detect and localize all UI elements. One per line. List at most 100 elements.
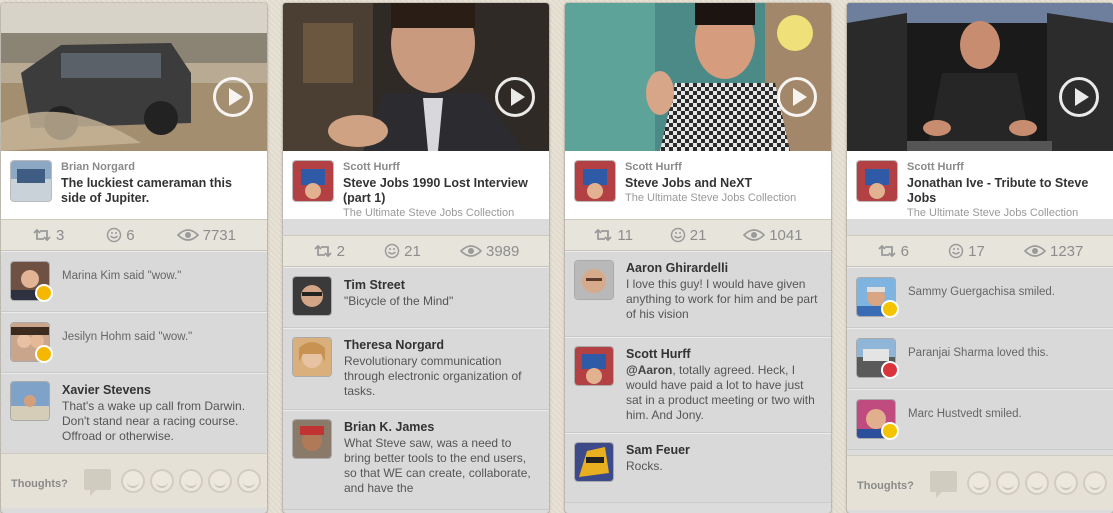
- smile-reaction-icon[interactable]: [121, 469, 145, 493]
- collection-name[interactable]: The Ultimate Steve Jobs Collection: [625, 192, 796, 204]
- view-count: 7731: [176, 227, 236, 244]
- play-icon[interactable]: [495, 77, 535, 117]
- video-thumbnail[interactable]: [847, 3, 1113, 151]
- comment-item[interactable]: Scott Hurff @Aaron, totally agreed. Heck…: [565, 337, 831, 433]
- author-avatar[interactable]: [857, 161, 897, 201]
- collection-name[interactable]: The Ultimate Steve Jobs Collection: [907, 207, 1078, 219]
- repost-count[interactable]: 3: [32, 227, 64, 244]
- comment-text: Rocks.: [626, 459, 663, 473]
- author-name[interactable]: Brian Norgard: [61, 161, 135, 173]
- reaction-count[interactable]: 21: [670, 227, 706, 244]
- video-card[interactable]: Scott Hurff Steve Jobs 1990 Lost Intervi…: [283, 3, 549, 513]
- play-icon[interactable]: [777, 77, 817, 117]
- activity-item[interactable]: Marina Kim said "wow.": [1, 251, 267, 312]
- reaction-footer: Thoughts?: [847, 455, 1113, 510]
- commenter-name[interactable]: Sam Feuer: [626, 443, 821, 458]
- comment-text: What Steve saw, was a need to bring bett…: [344, 436, 531, 495]
- grin-reaction-icon[interactable]: [996, 471, 1020, 495]
- comment-list: Aaron Ghirardelli I love this guy! I wou…: [565, 251, 831, 503]
- heart-reaction-icon[interactable]: [237, 469, 261, 493]
- author-name[interactable]: Scott Hurff: [907, 161, 964, 173]
- activity-item[interactable]: Sammy Guergachisa smiled.: [847, 267, 1113, 328]
- video-title[interactable]: Steve Jobs and NeXT: [625, 176, 823, 191]
- comment-text: I love this guy! I would have given anyt…: [626, 277, 818, 321]
- wow-reaction-icon[interactable]: [179, 469, 203, 493]
- activity-text: Sammy Guergachisa smiled.: [908, 286, 1055, 298]
- stats-bar: 6 17 1237: [847, 235, 1113, 267]
- video-title[interactable]: The luckiest cameraman this side of Jupi…: [61, 176, 259, 206]
- commenter-name[interactable]: Aaron Ghirardelli: [626, 261, 821, 276]
- comment-item[interactable]: Xavier Stevens That's a wake up call fro…: [1, 373, 267, 463]
- repost-count[interactable]: 2: [313, 243, 345, 260]
- repost-icon: [33, 228, 51, 242]
- comment-item[interactable]: Theresa Norgard Revolutionary communicat…: [283, 328, 549, 410]
- commenter-name[interactable]: Tim Street: [344, 278, 539, 293]
- activity-item[interactable]: Jesilyn Hohm said "wow.": [1, 312, 267, 373]
- smile-icon: [948, 243, 964, 259]
- view-count: 1237: [1024, 243, 1083, 260]
- activity-item[interactable]: Paranjai Sharma loved this.: [847, 328, 1113, 389]
- reaction-count[interactable]: 6: [106, 227, 135, 244]
- sad-reaction-icon[interactable]: [208, 469, 232, 493]
- smile-reaction-icon[interactable]: [967, 471, 991, 495]
- comment-item[interactable]: Sam Feuer Rocks.: [565, 433, 831, 503]
- video-card[interactable]: Scott Hurff Jonathan Ive - Tribute to St…: [847, 3, 1113, 513]
- comment-item[interactable]: Aaron Ghirardelli I love this guy! I wou…: [565, 251, 831, 337]
- comment-list: Marina Kim said "wow." Jesilyn Hohm said…: [1, 251, 267, 463]
- activity-text: Jesilyn Hohm said "wow.": [62, 331, 193, 343]
- grin-reaction-icon[interactable]: [150, 469, 174, 493]
- commenter-name[interactable]: Xavier Stevens: [62, 383, 257, 398]
- avatar[interactable]: [293, 420, 331, 458]
- repost-icon: [877, 244, 896, 258]
- commenter-name[interactable]: Scott Hurff: [626, 347, 821, 362]
- smile-badge-icon: [883, 424, 897, 438]
- video-thumbnail[interactable]: [283, 3, 549, 151]
- reaction-footer: Thoughts?: [1, 453, 267, 508]
- view-count: 1041: [743, 227, 803, 244]
- play-icon[interactable]: [1059, 77, 1099, 117]
- comment-bubble-icon[interactable]: [930, 471, 957, 498]
- comment-body: Brian K. James What Steve saw, was a nee…: [344, 420, 539, 496]
- video-title[interactable]: Jonathan Ive - Tribute to Steve Jobs: [907, 176, 1105, 206]
- comment-list: Sammy Guergachisa smiled. Paranjai Sharm…: [847, 267, 1113, 450]
- repost-count[interactable]: 6: [877, 243, 909, 260]
- video-card[interactable]: Brian Norgard The luckiest cameraman thi…: [1, 3, 267, 513]
- commenter-name[interactable]: Brian K. James: [344, 420, 539, 435]
- avatar[interactable]: [575, 443, 613, 481]
- smile-icon: [670, 227, 685, 243]
- activity-item[interactable]: Marc Hustvedt smiled.: [847, 389, 1113, 450]
- author-name[interactable]: Scott Hurff: [343, 161, 400, 173]
- sad-reaction-icon[interactable]: [1054, 471, 1078, 495]
- video-card[interactable]: Scott Hurff Steve Jobs and NeXT The Ulti…: [565, 3, 831, 513]
- comment-body: Tim Street "Bicycle of the Mind": [344, 278, 539, 309]
- comment-text: That's a wake up call from Darwin. Don't…: [62, 399, 246, 443]
- play-icon[interactable]: [213, 77, 253, 117]
- video-thumbnail[interactable]: [565, 3, 831, 151]
- repost-count[interactable]: 11: [593, 227, 633, 244]
- repost-icon: [594, 228, 613, 242]
- video-title[interactable]: Steve Jobs 1990 Lost Interview (part 1): [343, 176, 541, 206]
- commenter-name[interactable]: Theresa Norgard: [344, 338, 539, 353]
- author-avatar[interactable]: [293, 161, 333, 201]
- reaction-count[interactable]: 21: [384, 243, 421, 260]
- smile-icon: [384, 243, 400, 259]
- comment-item[interactable]: Brian K. James What Steve saw, was a nee…: [283, 410, 549, 510]
- comment-bubble-icon[interactable]: [84, 469, 111, 496]
- heart-reaction-icon[interactable]: [1083, 471, 1107, 495]
- comment-item[interactable]: Tim Street "Bicycle of the Mind": [283, 267, 549, 328]
- avatar[interactable]: [575, 347, 613, 385]
- avatar[interactable]: [575, 261, 613, 299]
- comment-body: Theresa Norgard Revolutionary communicat…: [344, 338, 539, 399]
- avatar[interactable]: [293, 277, 331, 315]
- author-avatar[interactable]: [11, 161, 51, 201]
- collection-name[interactable]: The Ultimate Steve Jobs Collection: [343, 207, 514, 219]
- comment-mention[interactable]: @Aaron: [626, 363, 672, 377]
- stats-bar: 11 21 1041: [565, 219, 831, 251]
- avatar[interactable]: [293, 338, 331, 376]
- avatar[interactable]: [11, 382, 49, 420]
- wow-reaction-icon[interactable]: [1025, 471, 1049, 495]
- video-thumbnail[interactable]: [1, 3, 267, 151]
- author-name[interactable]: Scott Hurff: [625, 161, 682, 173]
- author-avatar[interactable]: [575, 161, 615, 201]
- reaction-count[interactable]: 17: [948, 243, 985, 260]
